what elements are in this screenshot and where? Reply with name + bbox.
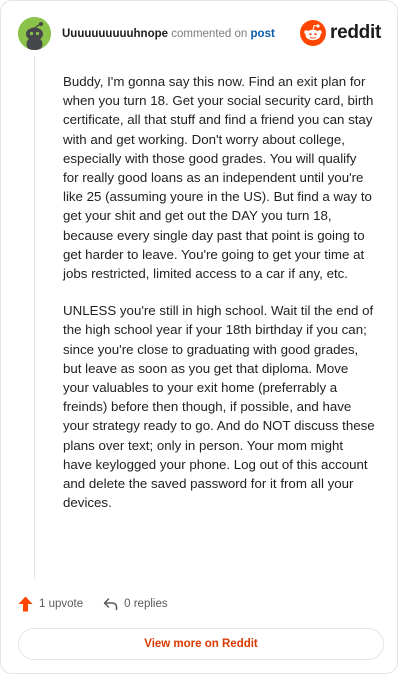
username[interactable]: Uuuuuuuuuuhnope [62, 28, 168, 40]
comment-paragraph: Buddy, I'm gonna say this now. Find an e… [63, 74, 374, 282]
user-avatar[interactable] [18, 17, 51, 50]
reply-count: 0 replies [124, 598, 168, 610]
comment-paragraph: UNLESS you're still in high school. Wait… [63, 303, 375, 511]
post-link[interactable]: post [251, 28, 275, 40]
action-text: commented on [171, 28, 248, 40]
snoo-avatar-icon [18, 17, 51, 50]
embedded-comment-card: Uuuuuuuuuuhnope commented on post reddit… [0, 0, 398, 674]
reddit-logo[interactable]: reddit [300, 20, 381, 46]
comment-actions: 1 upvote 0 replies [18, 593, 168, 615]
upvote-arrow-icon [18, 596, 33, 612]
upvote-button[interactable]: 1 upvote [18, 596, 83, 612]
reddit-alien-icon [300, 20, 327, 46]
reply-button[interactable]: 0 replies [103, 597, 168, 611]
reply-arrow-icon [103, 598, 118, 611]
reddit-wordmark: reddit [330, 22, 381, 43]
comment-meta: Uuuuuuuuuuhnope commented on post [62, 27, 275, 41]
upvote-count: 1 upvote [39, 598, 84, 610]
view-more-button[interactable]: View more on Reddit [18, 628, 384, 660]
thread-line[interactable] [34, 56, 35, 579]
comment-body: Buddy, I'm gonna say this now. Find an e… [63, 72, 375, 530]
comment-header: Uuuuuuuuuuhnope commented on post reddit [18, 17, 381, 51]
